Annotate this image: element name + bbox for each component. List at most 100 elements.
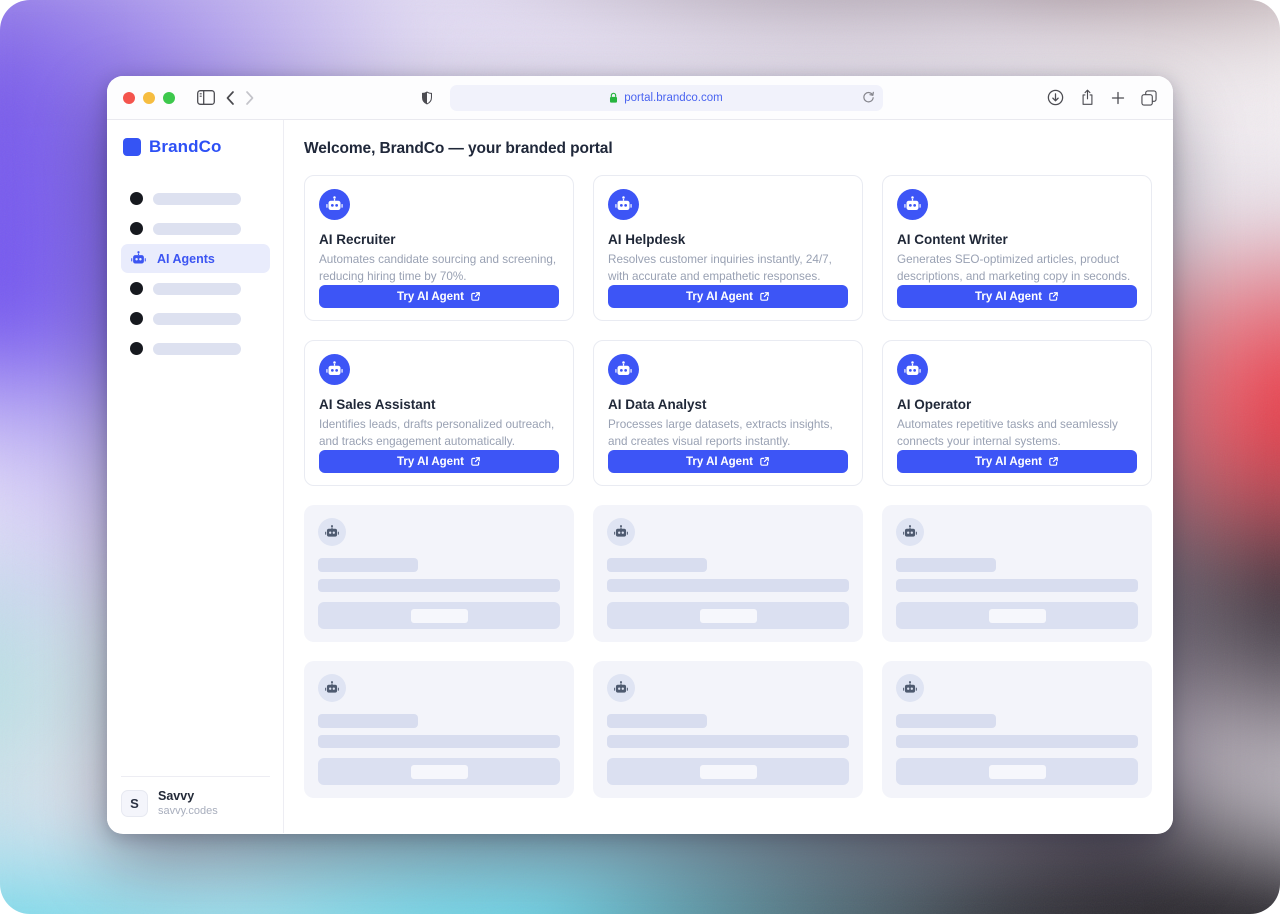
sidebar-item-skeleton[interactable] [121,334,270,363]
robot-badge-skeleton [607,674,635,702]
robot-badge-skeleton [896,518,924,546]
skeleton-description-bar [896,579,1138,592]
skeleton-title-bar [318,558,418,572]
agent-title: AI Data Analyst [608,397,848,412]
sidebar-item-skeleton[interactable] [121,274,270,303]
skeleton-card [593,661,863,798]
window-controls [123,92,175,104]
sidebar-item-label: AI Agents [157,252,215,266]
address-bar[interactable]: portal.brandco.com [450,85,883,111]
skeleton-card [304,661,574,798]
sidebar-item-skeleton[interactable] [121,184,270,213]
url-text: portal.brandco.com [624,92,722,104]
skeleton-card [882,661,1152,798]
skeleton-button-label-bar [989,609,1046,623]
external-link-icon [1048,456,1059,467]
robot-badge-skeleton [318,674,346,702]
agent-description: Generates SEO-optimized articles, produc… [897,252,1137,285]
nav-skeleton-bar [153,343,241,355]
screenshot-canvas: portal.brandco.com [0,0,1280,914]
profile-card[interactable]: S Savvy savvy.codes [121,776,270,817]
zoom-window-button[interactable] [163,92,175,104]
robot-icon [613,524,629,540]
sidebar: BrandCo AI Agents [107,120,284,833]
agent-description: Automates candidate sourcing and screeni… [319,252,559,285]
tab-overview-icon[interactable] [1141,90,1157,106]
try-agent-label: Try AI Agent [686,291,753,303]
brand-name: BrandCo [149,137,221,157]
external-link-icon [759,456,770,467]
sidebar-item-skeleton[interactable] [121,304,270,333]
page-title: Welcome, BrandCo — your branded portal [304,140,1152,158]
agent-description: Automates repetitive tasks and seamlessl… [897,417,1137,450]
robot-badge [608,189,639,220]
robot-icon [614,195,633,214]
robot-icon [324,680,340,696]
agent-description: Processes large datasets, extracts insig… [608,417,848,450]
privacy-shield-icon[interactable] [420,90,434,106]
try-agent-button[interactable]: Try AI Agent [897,285,1137,308]
external-link-icon [1048,291,1059,302]
nav-skeleton-bar [153,193,241,205]
robot-icon [324,524,340,540]
nav-skeleton-bar [153,223,241,235]
lock-icon [609,92,618,104]
robot-icon [130,250,147,267]
robot-badge [319,354,350,385]
profile-domain: savvy.codes [158,805,218,817]
try-agent-button[interactable]: Try AI Agent [608,450,848,473]
agent-card: AI Helpdesk Resolves customer inquiries … [593,175,863,321]
skeleton-button-bar [896,602,1138,629]
profile-name: Savvy [158,789,218,803]
new-tab-icon[interactable] [1111,91,1125,105]
external-link-icon [759,291,770,302]
try-agent-label: Try AI Agent [975,291,1042,303]
back-icon[interactable] [225,90,235,106]
try-agent-button[interactable]: Try AI Agent [319,450,559,473]
reload-icon[interactable] [862,91,875,104]
robot-badge-skeleton [607,518,635,546]
robot-badge [608,354,639,385]
nav-skeleton-bar [153,283,241,295]
sidebar-nav: AI Agents [121,184,270,364]
try-agent-button[interactable]: Try AI Agent [897,450,1137,473]
forward-icon[interactable] [245,90,255,106]
nav-dot-icon [130,282,143,295]
skeleton-card [304,505,574,642]
skeleton-description-bar [896,735,1138,748]
try-agent-label: Try AI Agent [686,456,753,468]
robot-badge [897,189,928,220]
agent-card: AI Data Analyst Processes large datasets… [593,340,863,486]
sidebar-item-ai-agents[interactable]: AI Agents [121,244,270,273]
skeleton-button-bar [607,602,849,629]
agent-grid: AI Recruiter Automates candidate sourcin… [304,175,1152,798]
agent-card: AI Operator Automates repetitive tasks a… [882,340,1152,486]
robot-icon [903,360,922,379]
minimize-window-button[interactable] [143,92,155,104]
nav-skeleton-bar [153,313,241,325]
nav-dot-icon [130,342,143,355]
download-icon[interactable] [1047,89,1064,106]
nav-dot-icon [130,192,143,205]
skeleton-button-label-bar [989,765,1046,779]
agent-description: Resolves customer inquiries instantly, 2… [608,252,848,285]
skeleton-button-bar [318,602,560,629]
close-window-button[interactable] [123,92,135,104]
sidebar-toggle-icon[interactable] [197,90,215,105]
agent-title: AI Helpdesk [608,232,848,247]
share-icon[interactable] [1080,89,1095,106]
skeleton-title-bar [896,714,996,728]
skeleton-card [593,505,863,642]
try-agent-button[interactable]: Try AI Agent [319,285,559,308]
agent-title: AI Recruiter [319,232,559,247]
try-agent-button[interactable]: Try AI Agent [608,285,848,308]
robot-icon [325,360,344,379]
robot-badge [897,354,928,385]
skeleton-button-label-bar [411,609,468,623]
robot-badge-skeleton [318,518,346,546]
browser-window: portal.brandco.com [107,76,1173,834]
skeleton-title-bar [318,714,418,728]
sidebar-item-skeleton[interactable] [121,214,270,243]
skeleton-description-bar [318,735,560,748]
external-link-icon [470,456,481,467]
